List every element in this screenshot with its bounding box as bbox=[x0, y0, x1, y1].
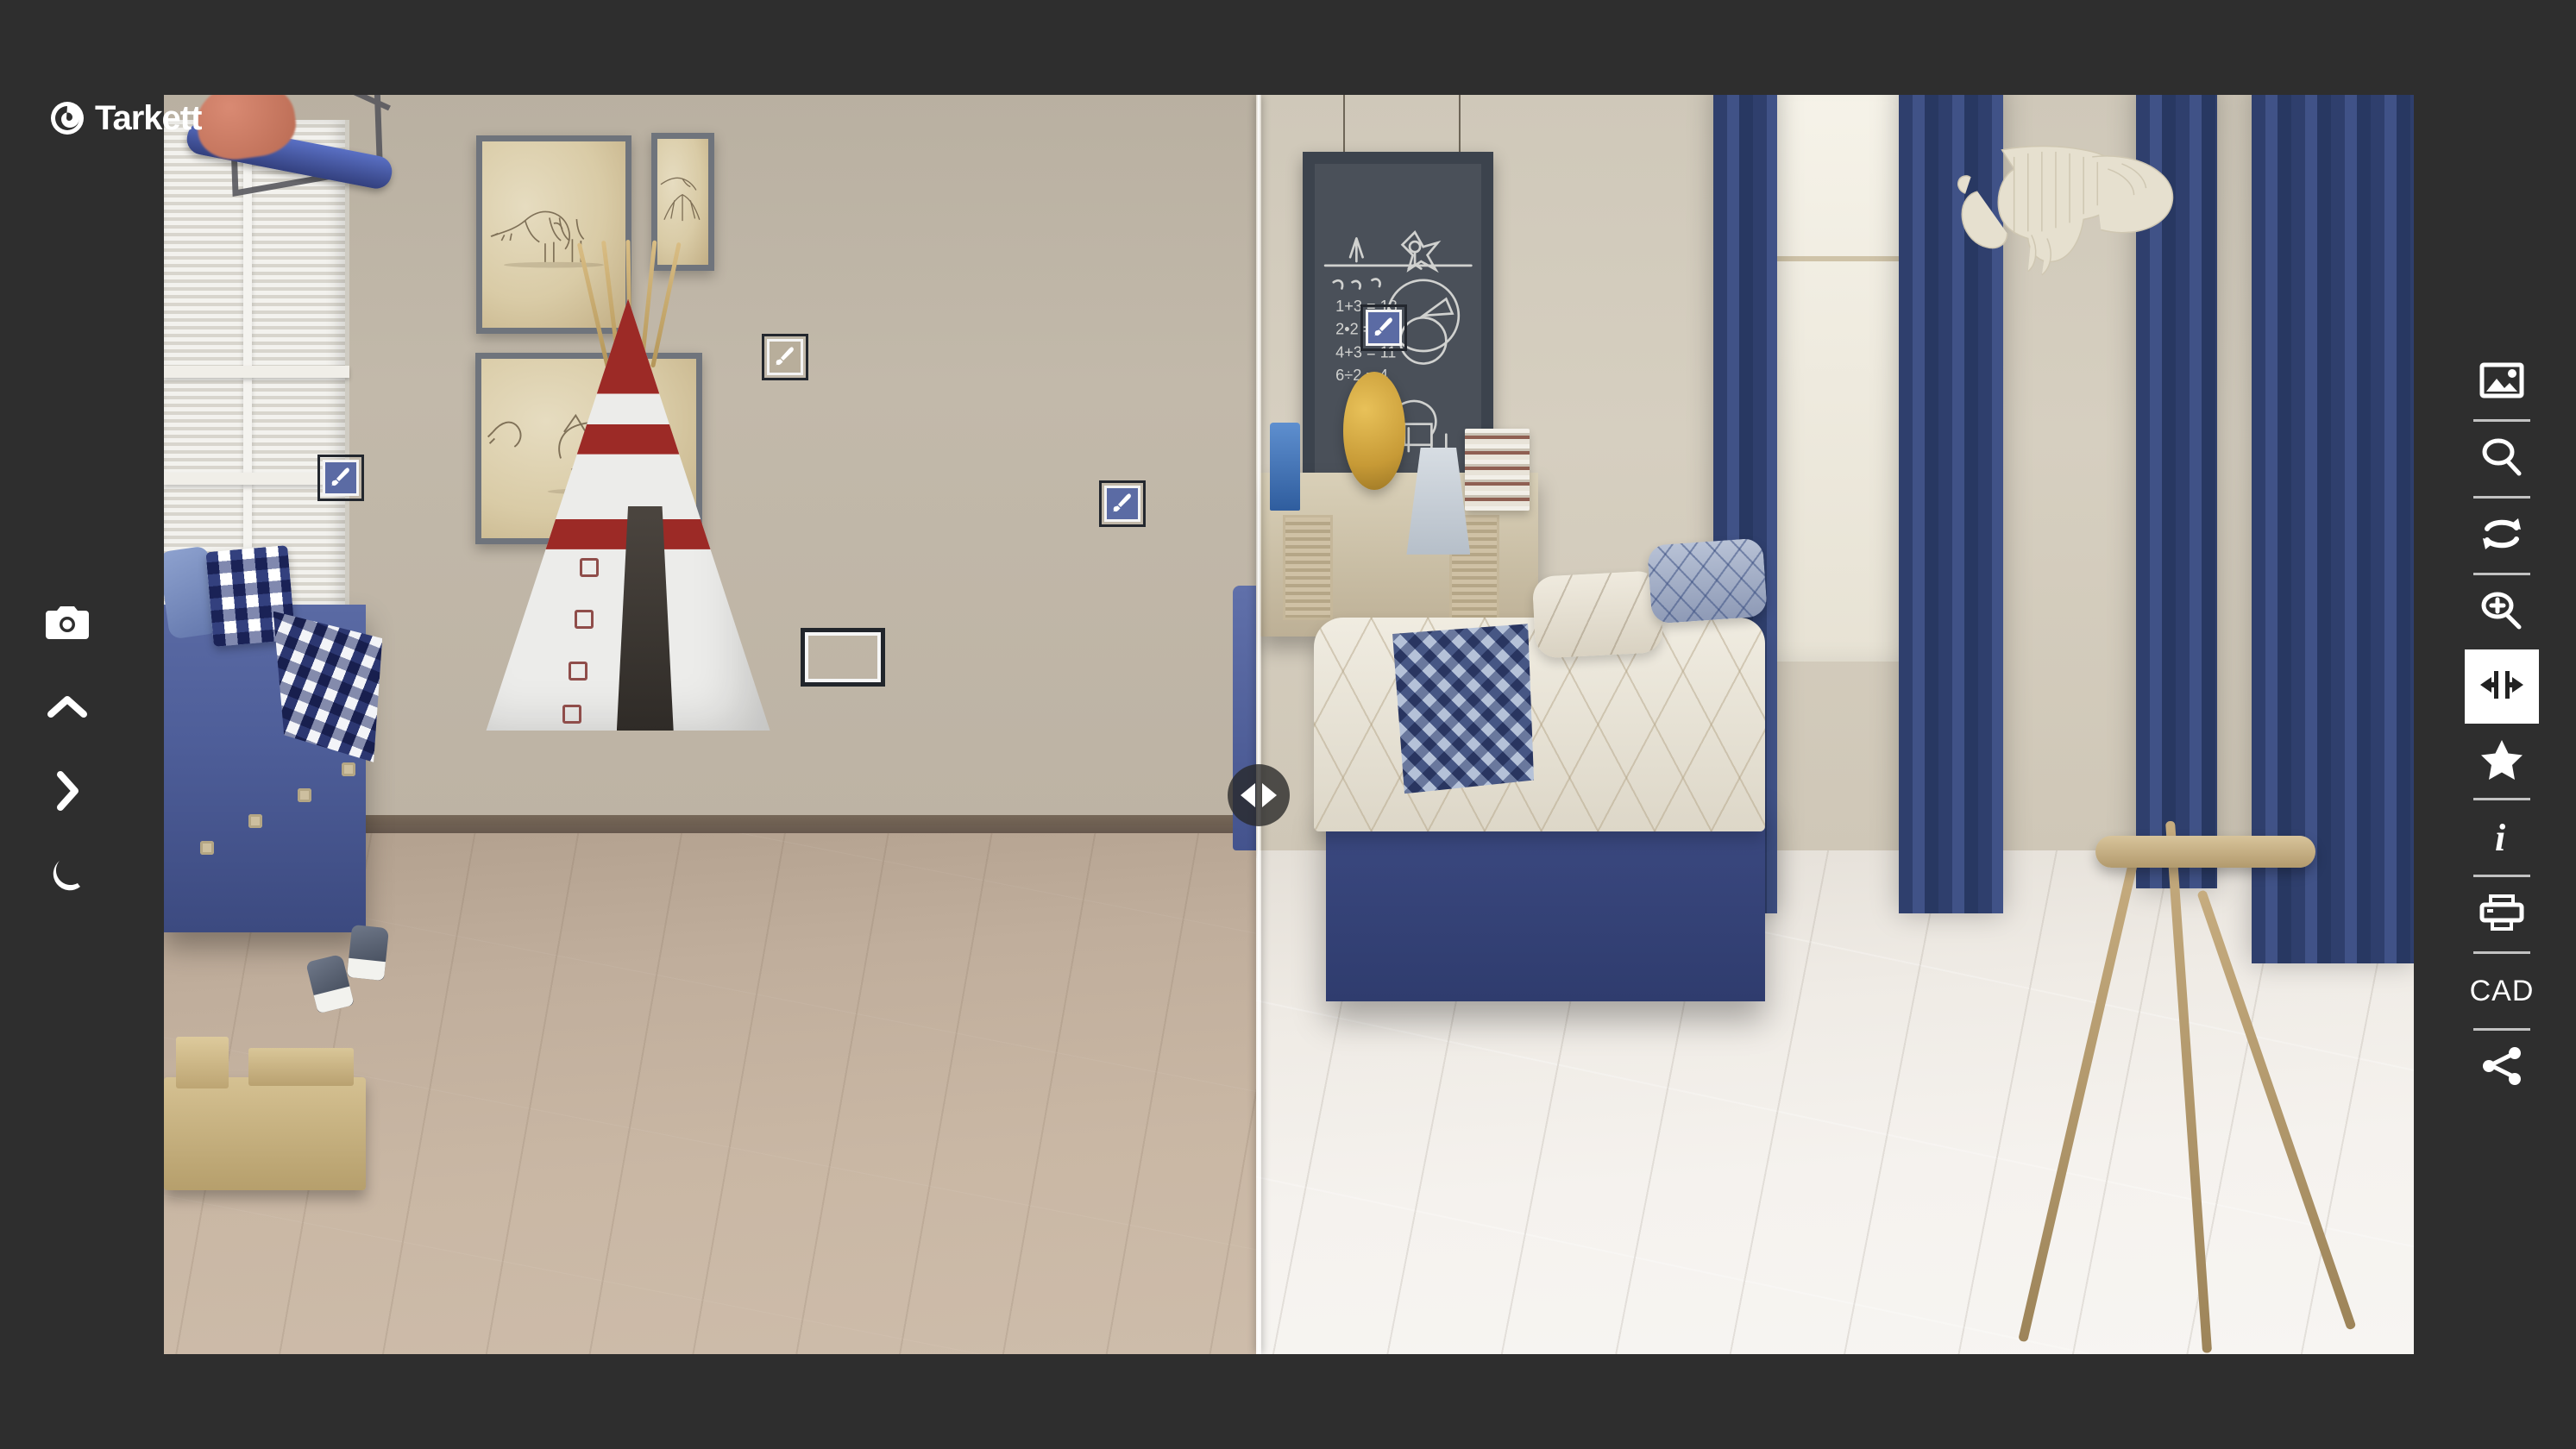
paintbrush-icon bbox=[323, 460, 359, 496]
room-visualizer-canvas[interactable]: 1+3 = 13 2•2 = 5 4+3 = 11 6÷2 = 4 bbox=[164, 95, 2414, 1354]
toolbar-separator bbox=[2473, 573, 2530, 575]
brand-name: Tarkett bbox=[95, 99, 202, 137]
cad-button[interactable]: CAD bbox=[2465, 954, 2539, 1028]
window bbox=[1754, 95, 1916, 662]
moon-icon bbox=[50, 857, 85, 894]
teepee-tent bbox=[486, 239, 770, 731]
toolbar-separator bbox=[2473, 496, 2530, 499]
print-button[interactable] bbox=[2465, 877, 2539, 951]
brand-logo: Tarkett bbox=[50, 99, 202, 137]
diamond-pattern-throw bbox=[1392, 624, 1535, 794]
magnifier-icon bbox=[2481, 436, 2523, 482]
split-divider-line bbox=[1256, 95, 1261, 1354]
floor-sample-fill bbox=[805, 632, 881, 682]
hotspot-curtain[interactable] bbox=[1360, 304, 1407, 351]
refresh-icon bbox=[2480, 515, 2523, 557]
chevron-right-icon bbox=[54, 770, 80, 812]
refresh-button[interactable] bbox=[2465, 499, 2539, 573]
zoom-in-button[interactable] bbox=[2465, 575, 2539, 649]
tarkett-spiral-logo-icon bbox=[50, 101, 85, 135]
favorite-button[interactable] bbox=[2465, 724, 2539, 798]
paintbrush-icon bbox=[1366, 310, 1402, 346]
right-arrow-icon bbox=[1262, 783, 1277, 807]
chevron-up-icon bbox=[47, 693, 88, 719]
left-arrow-icon bbox=[1241, 783, 1255, 807]
split-divider-handle[interactable] bbox=[1228, 764, 1290, 826]
share-icon bbox=[2480, 1046, 2523, 1090]
paintbrush-icon bbox=[1104, 486, 1140, 522]
split-compare-icon bbox=[2479, 668, 2525, 706]
info-icon: i bbox=[2490, 816, 2514, 860]
toolbar-separator bbox=[2473, 1028, 2530, 1031]
room-scene-right[interactable]: 1+3 = 13 2•2 = 5 4+3 = 11 6÷2 = 4 bbox=[1256, 95, 2414, 1354]
info-button[interactable]: i bbox=[2465, 800, 2539, 875]
camera-button[interactable] bbox=[41, 595, 94, 649]
right-toolbar: i CAD bbox=[2452, 345, 2552, 1105]
microscope bbox=[1270, 422, 1300, 511]
book-stack bbox=[1464, 428, 1530, 511]
sneaker bbox=[347, 924, 390, 981]
hotspot-wall-left[interactable] bbox=[762, 334, 808, 380]
globe bbox=[1342, 372, 1406, 491]
collapse-up-button[interactable] bbox=[41, 680, 94, 733]
svg-text:i: i bbox=[2495, 817, 2506, 856]
share-button[interactable] bbox=[2465, 1031, 2539, 1105]
next-view-button[interactable] bbox=[41, 764, 94, 818]
cad-label: CAD bbox=[2469, 974, 2535, 1007]
gallery-button[interactable] bbox=[2465, 345, 2539, 419]
left-toolbar bbox=[33, 595, 102, 902]
zoom-in-icon bbox=[2480, 590, 2523, 636]
tripod-floor-lamp bbox=[2018, 775, 2357, 1354]
toolbar-separator bbox=[2473, 419, 2530, 422]
bed-pillow bbox=[1531, 569, 1664, 659]
toolbar-separator bbox=[2473, 875, 2530, 877]
star-icon bbox=[2479, 738, 2524, 784]
floor-sample-selector[interactable] bbox=[801, 628, 885, 687]
night-mode-button[interactable] bbox=[41, 849, 94, 902]
hotspot-bed-right[interactable] bbox=[1099, 480, 1146, 527]
wooden-toy-train bbox=[164, 1036, 367, 1191]
application-window: Tarkett i CAD 1+3 = 13 2•2 = 5 4+3 = 11 … bbox=[0, 0, 2576, 1449]
toolbar-separator bbox=[2473, 798, 2530, 800]
printer-icon bbox=[2479, 894, 2524, 936]
teepee-canvas bbox=[486, 298, 770, 731]
camera-icon bbox=[46, 604, 89, 640]
patterned-pillow bbox=[1647, 537, 1769, 624]
paintbrush-icon bbox=[767, 339, 803, 375]
search-button[interactable] bbox=[2465, 422, 2539, 496]
split-compare-button[interactable] bbox=[2465, 649, 2539, 724]
tripod-crossbar bbox=[2095, 835, 2315, 868]
image-icon bbox=[2479, 362, 2524, 403]
toolbar-separator bbox=[2473, 951, 2530, 954]
elephant-wall-sculpture bbox=[1927, 95, 2205, 347]
room-scene-left[interactable] bbox=[164, 95, 1256, 1354]
hotspot-daybed[interactable] bbox=[317, 455, 364, 501]
wardrobe-rail bbox=[164, 365, 350, 378]
